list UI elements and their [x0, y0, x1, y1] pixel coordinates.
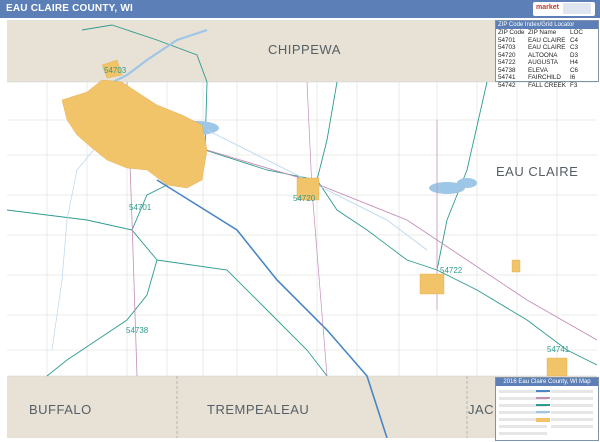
table-row: 54741 FAIRCHILD I6 — [498, 74, 576, 81]
title-bar: EAU CLAIRE COUNTY, WI market — [0, 0, 600, 18]
county-label-chippewa: CHIPPEWA — [268, 42, 341, 57]
table-row: 54738 ELEVA C6 — [498, 66, 579, 74]
logo-text: market — [536, 4, 559, 11]
table-row: 54742 FALL CREEK F3 — [498, 81, 578, 89]
zip-label-54738: 54738 — [126, 326, 149, 335]
zip-label-54720: 54720 — [293, 194, 316, 203]
zip-locator-title: ZIP Code Index/Grid Locator — [496, 21, 598, 29]
zip-label-54703: 54703 — [104, 66, 127, 75]
zip-label-54701: 54701 — [129, 203, 152, 212]
publisher-logo: market — [533, 2, 595, 16]
table-row: 54720 ALTOONA D3 — [498, 51, 579, 59]
map-title: EAU CLAIRE COUNTY, WI — [6, 3, 133, 14]
map-key-title: 2016 Eau Claire County, WI Map — [496, 378, 598, 386]
county-label-buffalo: BUFFALO — [29, 402, 92, 417]
county-label-trempealeau: TREMPEALEAU — [207, 402, 310, 417]
zip-label-54722: 54722 — [440, 266, 463, 275]
county-label-eau-claire: EAU CLAIRE — [496, 164, 579, 179]
logo-graphic — [563, 3, 591, 14]
zip-locator-table: ZIP Code Index/Grid Locator ZIP Code ZIP… — [495, 20, 599, 89]
county-label-jackson: JAC — [468, 402, 495, 417]
table-row: 54703 EAU CLAIRE C3 — [498, 44, 579, 51]
map-key: 2016 Eau Claire County, WI Map — [495, 377, 599, 441]
zip-locator-header-row: ZIP Code ZIP Name LOC — [498, 29, 583, 36]
table-row: 54722 AUGUSTA H4 — [498, 59, 579, 66]
table-row: 54701 EAU CLAIRE C4 — [498, 36, 579, 44]
zip-label-54741: 54741 — [547, 345, 570, 354]
map-frame: EAU CLAIRE COUNTY, WI market CHIPPEWA EA… — [0, 0, 600, 442]
